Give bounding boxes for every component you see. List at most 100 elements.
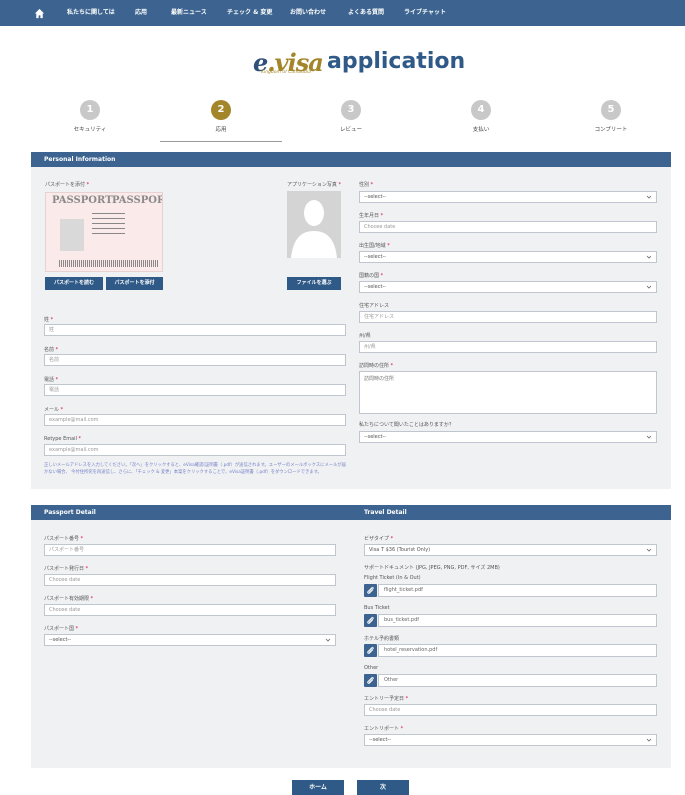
paperclip-icon[interactable] <box>364 584 377 597</box>
step-label: セキュリティ <box>73 127 107 133</box>
step-security: 1 セキュリティ <box>50 100 130 133</box>
nav-apply[interactable]: 応用 <box>135 0 147 26</box>
attach-passport-button[interactable]: パスポートを添付 <box>106 277 163 290</box>
nationality-select[interactable]: --select-- <box>359 281 657 293</box>
flight-ticket-label: Flight Ticket (In & Out) <box>364 575 421 581</box>
heard-about-select[interactable]: --select-- <box>359 431 657 443</box>
hotel-reservation-file[interactable]: hotel_reservation.pdf <box>364 644 657 657</box>
top-nav-bar: 私たちに関しては 応用 最新ニュース チェック & 変更 お問い合わせ よくある… <box>0 0 685 26</box>
heard-about-label: 私たちについて聞いたことはありますか？ <box>359 422 454 428</box>
nav-live-chat[interactable]: ライブチャット <box>404 0 446 26</box>
file-name: flight_ticket.pdf <box>378 584 657 597</box>
paperclip-icon[interactable] <box>364 644 377 657</box>
passport-country-select[interactable]: --select-- <box>44 634 336 646</box>
phone-input[interactable]: 電話 <box>44 384 346 396</box>
visa-type-label: ビザタイプ * <box>364 536 394 542</box>
passport-expiry-input[interactable]: Choose date <box>44 604 336 616</box>
step-number: 5 <box>601 100 621 120</box>
passport-country-label: パスポート国 * <box>44 626 79 632</box>
home-icon[interactable] <box>34 8 45 19</box>
surname-label: 姓 * <box>44 317 54 323</box>
retype-email-label: Retype Email * <box>44 436 82 442</box>
passport-number-label: パスポート番号 * <box>44 536 84 542</box>
chevron-down-icon <box>646 738 652 742</box>
chevron-down-icon <box>646 285 652 289</box>
hotel-reservation-label: ホテル予約書類 <box>364 636 400 642</box>
name-label: 名前 * <box>44 347 59 353</box>
nav-news[interactable]: 最新ニュース <box>171 0 207 26</box>
person-silhouette-icon <box>291 200 337 258</box>
dob-input[interactable]: Choose date <box>359 221 657 233</box>
chevron-down-icon <box>646 255 652 259</box>
visit-address-textarea[interactable] <box>359 371 657 414</box>
other-doc-file[interactable]: Other <box>364 674 657 687</box>
entry-date-input[interactable]: Choose date <box>364 704 657 716</box>
supporting-docs-label: サポートドキュメント (JPG, JPEG, PNG, PDF, サイズ 2MB… <box>364 565 500 571</box>
gender-select[interactable]: --select-- <box>359 191 657 203</box>
step-label: 支払い <box>472 127 490 133</box>
nav-faq[interactable]: よくある質問 <box>348 0 384 26</box>
flight-ticket-file[interactable]: flight_ticket.pdf <box>364 584 657 597</box>
passport-image: PASSPORT PASSPORT <box>45 192 163 272</box>
step-label: レビュー <box>339 127 362 133</box>
step-label: 応用 <box>215 127 227 133</box>
name-input[interactable]: 名前 <box>44 354 346 366</box>
photo-placeholder <box>287 191 341 258</box>
step-complete: 5 コンプリート <box>571 100 651 133</box>
home-button[interactable]: ホーム <box>292 780 344 795</box>
email-label: メール * <box>44 407 64 413</box>
file-name: Other <box>378 674 657 687</box>
file-name: hotel_reservation.pdf <box>378 644 657 657</box>
file-name: bus_ticket.pdf <box>378 614 657 627</box>
page-title: application <box>327 49 466 74</box>
phone-label: 電話 * <box>44 377 59 383</box>
passport-detail-header: Passport Detail <box>31 505 351 520</box>
step-payment: 4 支払い <box>441 100 521 133</box>
step-label: コンプリート <box>594 127 628 133</box>
paperclip-icon[interactable] <box>364 674 377 687</box>
nav-contact[interactable]: お問い合わせ <box>290 0 326 26</box>
chevron-down-icon <box>646 195 652 199</box>
step-review: 3 レビュー <box>311 100 391 133</box>
dob-label: 生年月日 * <box>359 213 384 219</box>
passport-expiry-label: パスポート有効期限 * <box>44 596 94 602</box>
passport-attach-label: パスポートを添付 * <box>45 182 90 188</box>
photo-label: アプリケーション写真 * <box>287 182 341 188</box>
step-number: 4 <box>471 100 491 120</box>
chevron-down-icon <box>646 435 652 439</box>
birth-country-label: 出生国/地域 * <box>359 243 390 249</box>
logo-kingdom-text: Kingdom of Cambodia <box>261 70 311 75</box>
surname-input[interactable]: 姓 <box>44 324 346 336</box>
chevron-down-icon <box>646 548 652 552</box>
address-input[interactable]: 住宅アドレス <box>359 311 657 323</box>
visit-address-label: 訪問時の住所 * <box>359 363 394 369</box>
travel-detail-header: Travel Detail <box>351 505 671 520</box>
entry-port-label: エントリポート * <box>364 726 404 732</box>
retype-email-input[interactable]: example@mail.com <box>44 444 346 456</box>
next-button[interactable]: 次 <box>357 780 409 795</box>
email-input[interactable]: example@mail.com <box>44 414 346 426</box>
step-number: 2 <box>211 100 231 120</box>
nav-about[interactable]: 私たちに関しては <box>67 0 115 26</box>
chevron-down-icon <box>325 638 331 642</box>
state-input[interactable]: 州/県 <box>359 341 657 353</box>
entry-port-select[interactable]: --select-- <box>364 734 657 746</box>
personal-info-header: Personal Information <box>31 152 671 167</box>
active-step-underline <box>160 141 282 142</box>
visa-type-select[interactable]: Visa T $36 (Tourist Only) <box>364 544 657 556</box>
email-note: 正しいメールアドレスを入力してください。「次へ」をクリックすると、eVisa確認… <box>44 463 346 475</box>
nav-check-change[interactable]: チェック & 変更 <box>227 0 272 26</box>
paperclip-icon[interactable] <box>364 614 377 627</box>
scan-passport-button[interactable]: パスポートを読む <box>45 277 103 290</box>
choose-file-button[interactable]: ファイルを選ぶ <box>287 277 341 290</box>
nationality-label: 国籍の国 * <box>359 273 384 279</box>
passport-number-input[interactable]: パスポート番号 <box>44 544 336 556</box>
bus-ticket-file[interactable]: bus_ticket.pdf <box>364 614 657 627</box>
bus-ticket-label: Bus Ticket <box>364 605 390 611</box>
evisa-logo: e.visa Kingdom of Cambodia application <box>253 48 465 82</box>
other-doc-label: Other <box>364 665 379 671</box>
passport-issue-label: パスポート発行日 * <box>44 566 89 572</box>
birth-country-select[interactable]: --select-- <box>359 251 657 263</box>
step-number: 1 <box>80 100 100 120</box>
passport-issue-input[interactable]: Choose date <box>44 574 336 586</box>
